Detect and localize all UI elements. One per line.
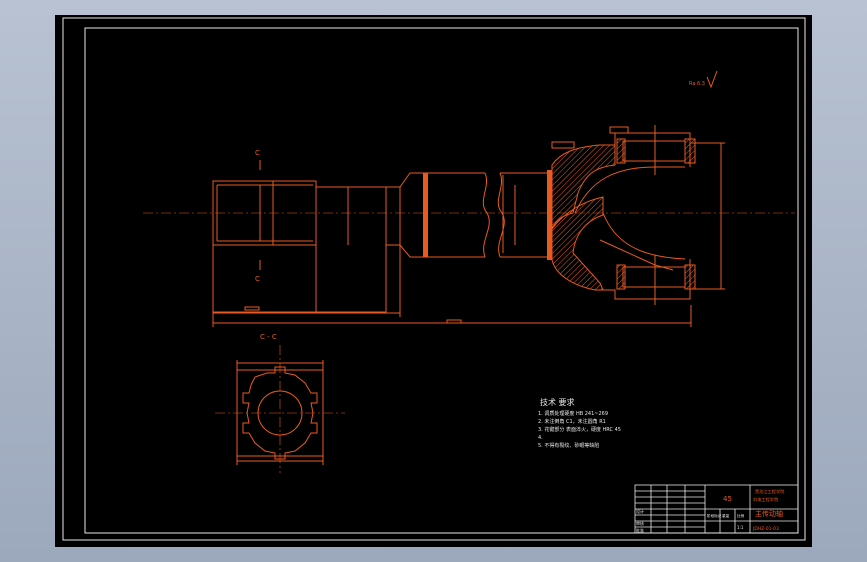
design-label: 设计 bbox=[636, 508, 644, 514]
approve-label: 批准 bbox=[636, 527, 644, 533]
tech-req-line-1: 1. 调质处理硬度 HB 241~269 bbox=[538, 410, 608, 417]
material-label: 45 bbox=[723, 495, 732, 503]
technical-requirements: 技术 要求 1. 调质处理硬度 HB 241~269 2. 未注倒角 C1，未注… bbox=[538, 397, 621, 449]
section-markers: C C bbox=[255, 149, 261, 283]
shaft-main-view[interactable] bbox=[212, 125, 696, 313]
svg-text:Ra 6.3: Ra 6.3 bbox=[689, 81, 705, 87]
weight-label: 重量 bbox=[722, 513, 730, 518]
section-label-bottom: C bbox=[255, 275, 260, 283]
tech-req-line-2: 2. 未注倒角 C1，未注圆角 R1 bbox=[538, 418, 606, 425]
school-line-2: 机电工程学院 bbox=[753, 496, 779, 503]
title-block: 45 黑龙江工程学院 机电工程学院 主传动轴 JDHZ-01-03 设计 审核 … bbox=[634, 484, 799, 534]
dimensions bbox=[212, 126, 725, 327]
scale-value: 1:1 bbox=[737, 525, 744, 530]
section-view-cc[interactable]: C - C bbox=[215, 333, 345, 473]
drawing-number: JDHZ-01-03 bbox=[752, 526, 779, 532]
section-view-label: C - C bbox=[260, 333, 277, 341]
drawing-canvas[interactable]: C C Ra 6.3 C - C 技术 要求 1. 调质处理硬度 HB 241~… bbox=[55, 15, 812, 547]
tech-req-title: 技术 要求 bbox=[540, 397, 575, 407]
scale-label: 比例 bbox=[737, 513, 745, 518]
tech-req-line-3: 3. 花键部分 表面淬火，硬度 HRC 45 bbox=[538, 426, 621, 433]
check-label: 审核 bbox=[636, 520, 644, 526]
part-name: 主传动轴 bbox=[755, 509, 783, 518]
school-line-1: 黑龙江工程学院 bbox=[755, 488, 785, 495]
tech-req-line-4: 4. bbox=[538, 435, 543, 441]
stage-label: 阶段标记 bbox=[707, 513, 722, 518]
tech-req-line-5: 5. 不得有裂纹、砂眼等缺陷 bbox=[538, 442, 599, 449]
roughness-symbol: Ra 6.3 bbox=[689, 70, 718, 89]
cad-viewport[interactable]: C C Ra 6.3 C - C 技术 要求 1. 调质处理硬度 HB 241~… bbox=[55, 15, 812, 547]
section-label-top: C bbox=[255, 149, 260, 157]
